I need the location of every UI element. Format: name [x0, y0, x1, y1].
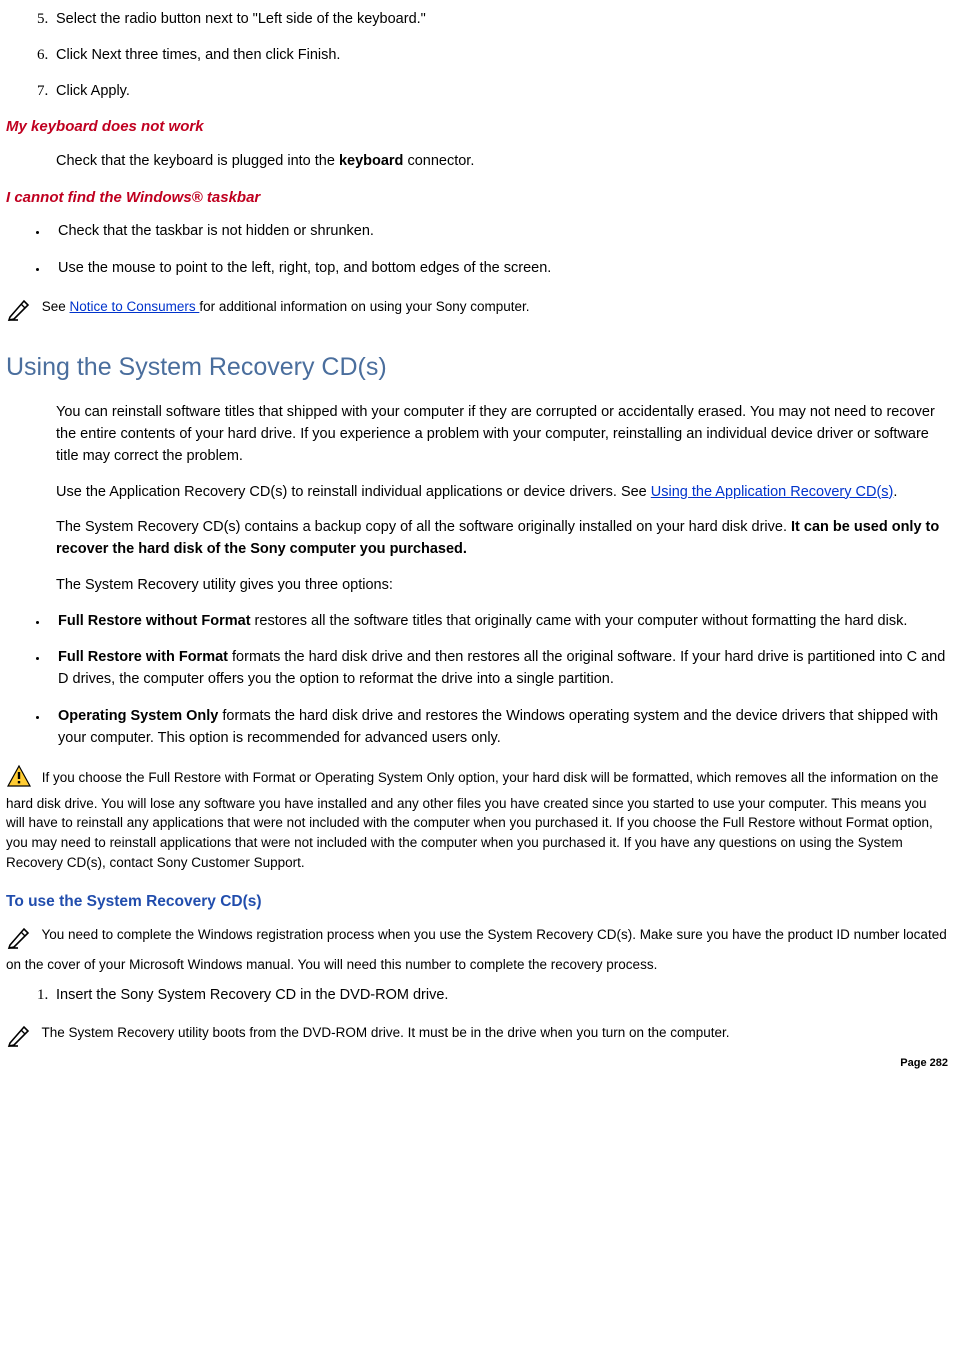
para-backup-copy: The System Recovery CD(s) contains a bac… — [56, 517, 948, 561]
pencil-icon — [6, 295, 34, 327]
para-three-options: The System Recovery utility gives you th… — [56, 575, 948, 597]
bullet-taskbar-edges: Use the mouse to point to the left, righ… — [48, 258, 948, 280]
heading-cannot-find-taskbar: I cannot find the Windows® taskbar — [6, 187, 948, 210]
para-recovery-intro: You can reinstall software titles that s… — [56, 402, 948, 467]
taskbar-bullets: Check that the taskbar is not hidden or … — [6, 221, 948, 280]
heading-to-use-recovery-cd: To use the System Recovery CD(s) — [6, 890, 948, 913]
page-number: Page 282 — [6, 1055, 948, 1072]
pencil-icon — [6, 923, 34, 955]
bullet-taskbar-hidden: Check that the taskbar is not hidden or … — [48, 221, 948, 243]
para-app-recovery-see: Use the Application Recovery CD(s) to re… — [56, 482, 948, 504]
warning-format: If you choose the Full Restore with Form… — [6, 764, 948, 872]
step-6: Click Next three times, and then click F… — [52, 44, 948, 67]
heading-using-system-recovery: Using the System Recovery CD(s) — [6, 349, 948, 387]
link-using-app-recovery[interactable]: Using the Application Recovery CD(s) — [651, 484, 894, 500]
heading-keyboard-not-work: My keyboard does not work — [6, 116, 948, 139]
warning-icon — [6, 764, 32, 794]
step-5: Select the radio button next to "Left si… — [52, 8, 948, 31]
note-consumers: See Notice to Consumers for additional i… — [6, 295, 948, 327]
step-7: Click Apply. — [52, 80, 948, 103]
note-registration: You need to complete the Windows registr… — [6, 923, 948, 974]
numbered-steps-continued: Select the radio button next to "Left si… — [6, 8, 948, 102]
note-boot: The System Recovery utility boots from t… — [6, 1021, 948, 1053]
recovery-steps: Insert the Sony System Recovery CD in th… — [6, 984, 948, 1007]
step-insert-cd: Insert the Sony System Recovery CD in th… — [52, 984, 948, 1007]
para-keyboard-connector: Check that the keyboard is plugged into … — [56, 151, 948, 173]
option-full-restore-with-format: Full Restore with Format formats the har… — [48, 647, 948, 691]
recovery-options-list: Full Restore without Format restores all… — [6, 611, 948, 750]
option-full-restore-no-format: Full Restore without Format restores all… — [48, 611, 948, 633]
link-notice-to-consumers[interactable]: Notice to Consumers — [70, 299, 200, 314]
option-os-only: Operating System Only formats the hard d… — [48, 706, 948, 750]
pencil-icon — [6, 1021, 34, 1053]
